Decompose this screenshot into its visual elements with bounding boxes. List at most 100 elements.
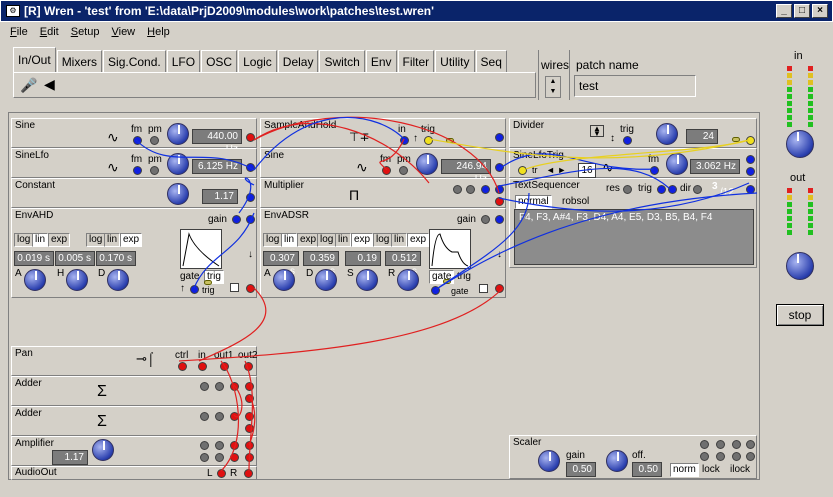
release-lin-toggle[interactable]: lin <box>391 233 408 247</box>
module-sine-2[interactable]: Sine ∿ fm pm 246.94 Hz <box>260 148 506 185</box>
out2-jack[interactable] <box>244 362 253 371</box>
decay-knob[interactable] <box>107 269 129 291</box>
menu-help[interactable]: Help <box>141 26 176 38</box>
divide-knob[interactable] <box>656 123 678 145</box>
tab-logic[interactable]: Logic <box>238 50 277 72</box>
input-jack-3[interactable] <box>230 412 239 421</box>
module-amplifier[interactable]: Amplifier 1.17 <box>11 436 257 466</box>
input-jack-3[interactable] <box>230 382 239 391</box>
input-jack-1[interactable] <box>453 185 462 194</box>
input-jack-2[interactable] <box>215 441 224 450</box>
attack-lin-toggle[interactable]: lin <box>32 233 49 247</box>
hold-knob[interactable] <box>66 269 88 291</box>
attack-exp-toggle[interactable]: exp <box>48 233 71 247</box>
output-level-knob[interactable] <box>786 252 814 280</box>
retrigger-checkbox[interactable] <box>479 284 488 293</box>
menu-view[interactable]: View <box>105 26 141 38</box>
module-envahd[interactable]: EnvAHD gain log lin exp log lin exp ↓ 0.… <box>11 208 257 298</box>
module-multiplier[interactable]: Multiplier Π <box>260 178 506 208</box>
output-jack[interactable] <box>746 440 755 449</box>
output-jack-2[interactable] <box>495 197 504 206</box>
trig-input-jack[interactable] <box>518 166 527 175</box>
direction-input-jack[interactable] <box>693 185 702 194</box>
attack-knob[interactable] <box>24 269 46 291</box>
tab-seq[interactable]: Seq <box>475 50 507 72</box>
frequency-knob[interactable] <box>666 153 688 175</box>
tab-lfo[interactable]: LFO <box>166 50 201 72</box>
gain-input-jack[interactable] <box>481 215 490 224</box>
left-input-jack[interactable] <box>217 469 226 478</box>
patch-name-field[interactable]: test <box>574 75 696 97</box>
in-jack[interactable] <box>198 362 207 371</box>
output-jack[interactable] <box>746 155 755 164</box>
attack-knob[interactable] <box>273 269 295 291</box>
output-jack[interactable] <box>246 133 255 142</box>
mode-robsol-toggle[interactable]: robsol <box>562 196 589 207</box>
tab-sig-cond[interactable]: Sig.Cond. <box>103 50 166 72</box>
fm-input-jack[interactable] <box>650 166 659 175</box>
gate-input-jack[interactable] <box>190 285 199 294</box>
fm-input-jack[interactable] <box>133 136 142 145</box>
input-jack-1[interactable] <box>700 440 709 449</box>
module-audioout[interactable]: AudioOut L R <box>11 466 257 480</box>
mode-normal-toggle[interactable]: normal <box>515 195 552 209</box>
audio-in-module-icon[interactable]: 🎤 <box>20 77 37 94</box>
output-jack[interactable] <box>495 163 504 172</box>
input-jack-1[interactable] <box>200 441 209 450</box>
attack-log-toggle[interactable]: log <box>14 233 34 247</box>
output-jack-2[interactable] <box>245 394 254 403</box>
decay-lin-toggle[interactable]: lin <box>335 233 352 247</box>
gain-input-jack[interactable] <box>232 215 241 224</box>
input-jack-2[interactable] <box>215 382 224 391</box>
gate-input-jack[interactable] <box>431 286 440 295</box>
module-constant[interactable]: Constant 1.17 <box>11 178 257 208</box>
output-jack[interactable] <box>495 185 504 194</box>
offset-knob[interactable] <box>606 450 628 472</box>
decay-lin-toggle[interactable]: lin <box>104 233 121 247</box>
fm-input-jack[interactable] <box>133 166 142 175</box>
tab-delay[interactable]: Delay <box>277 50 319 72</box>
output-jack-2[interactable] <box>245 453 254 462</box>
menu-edit[interactable]: Edit <box>34 26 65 38</box>
lock-toggle[interactable]: lock <box>702 464 720 475</box>
reset-input-jack[interactable] <box>623 185 632 194</box>
output-jack[interactable] <box>246 163 255 172</box>
tab-in-out[interactable]: In/Out <box>13 47 56 72</box>
module-adder-2[interactable]: Adder Σ <box>11 406 257 436</box>
decay-knob[interactable] <box>315 269 337 291</box>
input-jack-1[interactable] <box>200 412 209 421</box>
close-button[interactable]: × <box>812 4 828 18</box>
output-jack[interactable] <box>246 215 255 224</box>
gain-knob[interactable] <box>538 450 560 472</box>
input-jack-2[interactable] <box>215 412 224 421</box>
env-output-jack[interactable] <box>495 284 504 293</box>
pm-input-jack[interactable] <box>399 166 408 175</box>
norm-toggle[interactable]: norm <box>670 463 699 477</box>
input-jack-5[interactable] <box>716 452 725 461</box>
fm-input-jack[interactable] <box>382 166 391 175</box>
tab-env[interactable]: Env <box>365 50 397 72</box>
module-divider[interactable]: Divider ▲ ▼ trig ↕ 24 <box>509 118 757 148</box>
sequence-text[interactable]: F4, F3, A#4, F3, D4, A4, E5, D3, B5, B4,… <box>514 209 754 265</box>
env-output-jack[interactable] <box>246 284 255 293</box>
module-sampleandhold[interactable]: SampleAndHold ⊤∓ in trig ↑ <box>260 118 506 148</box>
trig-input-jack[interactable] <box>623 136 632 145</box>
patch-editor[interactable]: Sine ∿ fm pm 440.00 Hz SineLfo ∿ fm pm 6… <box>8 112 760 480</box>
menu-file[interactable]: File <box>4 26 34 38</box>
output-jack[interactable] <box>746 185 755 194</box>
output-jack-2[interactable] <box>245 424 254 433</box>
module-envadsr[interactable]: EnvADSR gain log lin exp log lin exp log… <box>260 208 506 298</box>
output-jack[interactable] <box>746 136 755 145</box>
tab-osc[interactable]: OSC <box>201 50 238 72</box>
gain-knob[interactable] <box>92 439 114 461</box>
module-sinelfo[interactable]: SineLfo ∿ fm pm 6.125 Hz <box>11 148 257 178</box>
out1-jack[interactable] <box>220 362 229 371</box>
attack-exp-toggle[interactable]: exp <box>297 233 320 247</box>
input-jack-4[interactable] <box>700 452 709 461</box>
minimize-button[interactable]: _ <box>776 4 792 18</box>
frequency-knob[interactable] <box>167 153 189 175</box>
input-jack-3[interactable] <box>230 441 239 450</box>
frequency-knob[interactable] <box>416 153 438 175</box>
trig-input-jack[interactable] <box>657 185 666 194</box>
input-jack-3[interactable] <box>732 440 741 449</box>
